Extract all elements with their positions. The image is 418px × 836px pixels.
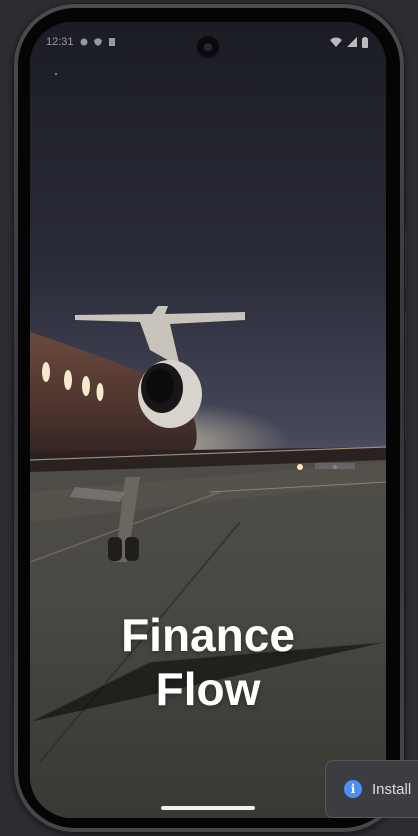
shield-icon <box>93 38 102 46</box>
install-notification-text: Install <box>372 780 412 798</box>
wifi-icon <box>330 37 342 47</box>
status-bar-left: 12:31 <box>46 36 116 48</box>
front-camera <box>195 34 221 60</box>
app-title-line-2: Flow <box>155 663 261 715</box>
info-icon: i <box>344 780 362 798</box>
signal-icon <box>347 37 357 47</box>
home-indicator[interactable] <box>161 806 255 810</box>
app-screen: 12:31 Finance Flow <box>30 22 386 818</box>
sim-icon <box>108 38 115 46</box>
status-time: 12:31 <box>46 36 74 48</box>
notification-icon <box>80 38 88 46</box>
app-title: Finance Flow <box>30 608 386 716</box>
status-bar-right <box>330 36 368 48</box>
install-notification[interactable]: i Install <box>325 760 418 818</box>
app-title-line-1: Finance <box>121 609 295 661</box>
battery-icon <box>362 36 368 48</box>
